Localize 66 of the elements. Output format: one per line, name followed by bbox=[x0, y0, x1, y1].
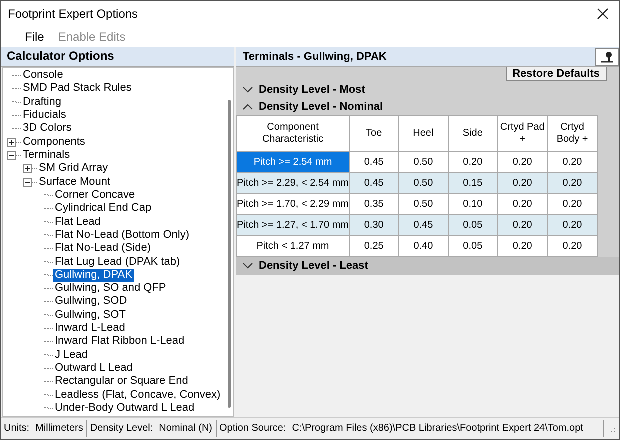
close-icon[interactable] bbox=[597, 8, 609, 20]
tree-item[interactable]: Surface Mount bbox=[37, 176, 113, 189]
tree-item[interactable]: Leadless (Flat, Concave, Convex) bbox=[53, 388, 223, 402]
panel-header: Calculator Options bbox=[1, 47, 234, 67]
tree-item[interactable]: Gullwing, SO and QFP bbox=[53, 282, 168, 296]
tree-item[interactable]: Flat Lug Lead (DPAK tab) bbox=[53, 256, 182, 269]
table-cell[interactable]: Pitch >= 2.29, < 2.54 mm bbox=[236, 172, 350, 194]
expand-icon[interactable] bbox=[23, 164, 32, 174]
tree-item[interactable]: Terminals bbox=[21, 149, 72, 162]
table-cell: 0.20 bbox=[498, 214, 548, 236]
menu-item[interactable]: File bbox=[25, 30, 44, 44]
status-label: Option Source: bbox=[220, 423, 286, 434]
column-header: Toe bbox=[350, 116, 399, 152]
expand-icon[interactable] bbox=[7, 138, 16, 147]
tree-item[interactable]: Outward L Lead bbox=[53, 362, 135, 376]
restore-defaults-button[interactable]: Restore Defaults bbox=[506, 67, 607, 81]
column-header: Crtyd Pad + bbox=[498, 116, 548, 152]
tree-item[interactable]: Gullwing, SOD bbox=[53, 295, 130, 308]
tree-item[interactable]: Gullwing, DPAK bbox=[53, 268, 134, 282]
tree-item[interactable]: Flat Lead bbox=[53, 216, 103, 229]
tree-item[interactable]: Console bbox=[21, 69, 66, 82]
column-header: Component Characteristic bbox=[236, 116, 350, 152]
status-value: Millimeters bbox=[36, 423, 84, 434]
table-cell: 0.50 bbox=[398, 172, 448, 194]
tree-item[interactable]: Inward L-Lead bbox=[53, 322, 128, 336]
table-cell: 0.20 bbox=[498, 172, 548, 194]
stamp-button[interactable] bbox=[595, 48, 619, 66]
panel-title: Terminals - Gullwing, DPAK bbox=[243, 50, 387, 62]
section-header[interactable]: Density Level - Least bbox=[236, 257, 619, 275]
table-cell[interactable]: Pitch >= 2.54 mm bbox=[236, 152, 350, 172]
window-title: Footprint Expert Options bbox=[8, 6, 138, 20]
tree-item[interactable]: Drafting bbox=[21, 96, 64, 109]
table-cell[interactable]: Pitch >= 1.27, < 1.70 mm bbox=[236, 214, 350, 236]
table-cell: 0.05 bbox=[448, 214, 498, 236]
tree-item[interactable]: Corner Concave bbox=[53, 188, 138, 202]
tree-item[interactable]: Fiducials bbox=[21, 109, 68, 122]
table-cell: 0.20 bbox=[548, 214, 598, 236]
column-header: Crtyd Body + bbox=[548, 116, 598, 152]
tree-item[interactable]: SMD Pad Stack Rules bbox=[21, 82, 134, 96]
table-cell: 0.15 bbox=[448, 172, 498, 194]
status-label: Density Level: bbox=[90, 423, 154, 434]
tree-item[interactable]: Flat No-Lead (Bottom Only) bbox=[53, 228, 192, 242]
tree-item[interactable]: Rectangular or Square End bbox=[53, 375, 190, 388]
status-label: Units: bbox=[4, 423, 30, 434]
column-header: Side bbox=[448, 116, 498, 152]
tree-item[interactable]: Flat No-Lead (Side) bbox=[53, 242, 153, 256]
tree-item[interactable]: 3D Colors bbox=[21, 122, 74, 136]
tree-item[interactable]: Inward Flat Ribbon L-Lead bbox=[53, 335, 187, 348]
column-header: Heel bbox=[398, 116, 448, 152]
table-cell: 0.45 bbox=[398, 214, 448, 236]
section-header[interactable]: Density Level - Nominal bbox=[236, 98, 619, 115]
stamp-icon bbox=[600, 50, 614, 62]
tree-item[interactable]: Under-Body Outward L Lead bbox=[53, 402, 197, 415]
status-value: C:\Program Files (x86)\PCB Libraries\Footprint Expert 24\Tom.opt bbox=[292, 423, 584, 434]
collapse-icon[interactable] bbox=[23, 178, 32, 187]
tree-item[interactable]: Gullwing, SOT bbox=[53, 308, 128, 322]
tree-item[interactable]: Cylindrical End Cap bbox=[53, 202, 154, 216]
collapse-icon[interactable] bbox=[7, 151, 16, 160]
table-cell: 0.20 bbox=[548, 172, 598, 194]
table-cell: 0.30 bbox=[350, 214, 399, 236]
tree-item[interactable]: Components bbox=[21, 136, 88, 149]
tree-item[interactable]: SM Grid Array bbox=[37, 162, 110, 176]
table-cell: 0.45 bbox=[350, 172, 399, 194]
status-value: Nominal (N) bbox=[159, 423, 212, 434]
section-header[interactable]: Density Level - Most bbox=[236, 81, 619, 98]
tree-item[interactable]: J Lead bbox=[53, 348, 90, 362]
